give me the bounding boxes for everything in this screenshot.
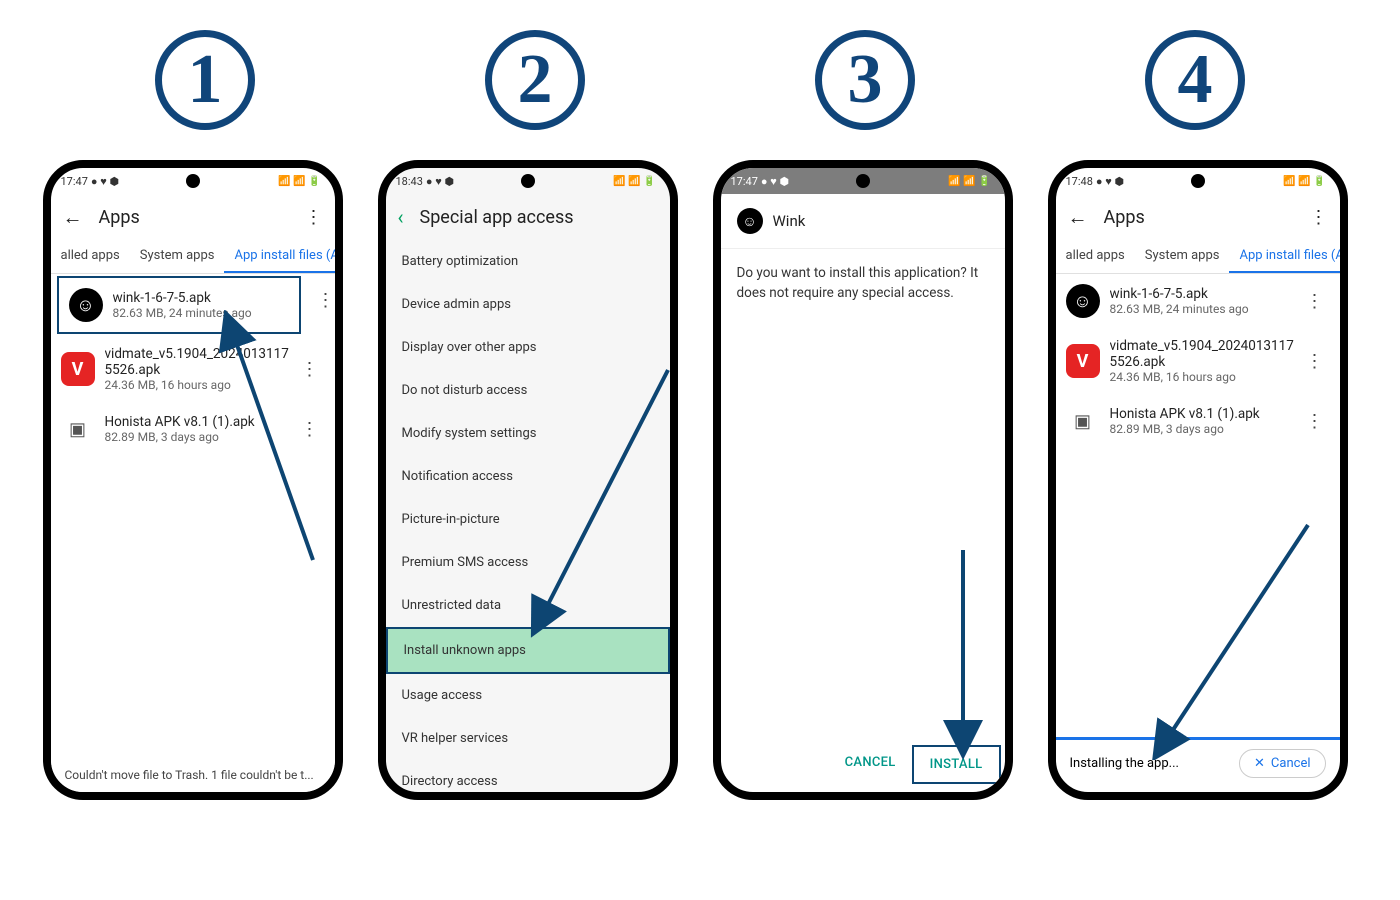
row-menu-icon[interactable]: ⋮ [295,419,325,440]
settings-item[interactable]: Install unknown apps [386,627,670,674]
cancel-button[interactable]: CANCEL [829,745,912,784]
apk-row-vidmate[interactable]: V vidmate_v5.1904_2024013117 5526.apk 24… [1056,328,1340,394]
android-icon: ▣ [1066,404,1100,438]
wink-icon: ☺ [737,208,763,234]
settings-item[interactable]: VR helper services [386,717,670,760]
installing-text: Installing the app... [1070,756,1179,771]
phone-4: 17:48 ● ♥ ⬢ 📶 📶 🔋 ← Apps ⋮ alled apps Sy… [1048,160,1348,800]
status-bar: 17:48 ● ♥ ⬢ 📶 📶 🔋 [1056,168,1340,194]
settings-item[interactable]: Usage access [386,674,670,717]
install-button[interactable]: INSTALL [912,745,1001,784]
step-1: 1 [155,30,255,130]
settings-item[interactable]: Picture-in-picture [386,498,670,541]
error-toast: Couldn't move file to Trash. 1 file coul… [51,758,335,792]
tab-apks[interactable]: App install files (APKs) [1229,240,1347,273]
wink-icon: ☺ [69,288,103,322]
apk-row-honista[interactable]: ▣ Honista APK v8.1 (1).apk 82.89 MB, 3 d… [1056,394,1340,448]
step-4: 4 [1145,30,1245,130]
settings-item[interactable]: Device admin apps [386,283,670,326]
menu-icon[interactable]: ⋮ [1310,207,1328,228]
row-menu-icon[interactable]: ⋮ [311,290,341,311]
row-menu-icon[interactable]: ⋮ [1300,351,1330,372]
step-3: 3 [815,30,915,130]
android-icon: ▣ [61,412,95,446]
install-header: ☺ Wink [721,194,1005,249]
page-title: Apps [99,207,305,228]
back-icon[interactable]: ← [1068,205,1088,230]
apk-row-honista[interactable]: ▣ Honista APK v8.1 (1).apk 82.89 MB, 3 d… [51,402,335,456]
page-title: Apps [1104,207,1310,228]
close-icon: ✕ [1254,756,1265,771]
row-menu-icon[interactable]: ⋮ [295,359,325,380]
settings-item[interactable]: Premium SMS access [386,541,670,584]
step-2: 2 [485,30,585,130]
apk-row-vidmate[interactable]: V vidmate_v5.1904_2024013117 5526.apk 24… [51,336,335,402]
settings-item[interactable]: Display over other apps [386,326,670,369]
tab-installed[interactable]: alled apps [1056,240,1135,273]
menu-icon[interactable]: ⋮ [305,207,323,228]
apk-row-wink[interactable]: ☺ wink-1-6-7-5.apk 82.63 MB, 24 minutes … [1056,274,1340,328]
status-bar: 18:43 ● ♥ ⬢ 📶 📶 🔋 [386,168,670,194]
cancel-button[interactable]: ✕ Cancel [1239,749,1325,778]
wink-icon: ☺ [1066,284,1100,318]
phone-3: 17:47 ● ♥ ⬢ 📶 📶 🔋 ☺ Wink Do you want to … [713,160,1013,800]
settings-item[interactable]: Do not disturb access [386,369,670,412]
back-chevron-icon[interactable]: ‹ [398,205,404,229]
settings-item[interactable]: Notification access [386,455,670,498]
tab-system[interactable]: System apps [130,240,225,273]
step-numbers-row: 1 2 3 4 [0,0,1400,140]
row-menu-icon[interactable]: ⋮ [1300,291,1330,312]
page-title: Special app access [420,207,658,228]
phone-2: 18:43 ● ♥ ⬢ 📶 📶 🔋 ‹ Special app access B… [378,160,678,800]
settings-item[interactable]: Unrestricted data [386,584,670,627]
phone-1: 17:47 ● ♥ ⬢ 📶 📶 🔋 ← Apps ⋮ alled apps Sy… [43,160,343,800]
install-body-text: Do you want to install this application?… [721,249,1005,318]
tabs: alled apps System apps App install files… [51,240,335,274]
settings-item[interactable]: Directory access [386,760,670,800]
settings-item[interactable]: Battery optimization [386,240,670,283]
tabs: alled apps System apps App install files… [1056,240,1340,274]
tab-system[interactable]: System apps [1135,240,1230,273]
back-icon[interactable]: ← [63,205,83,230]
tab-apks[interactable]: App install files (APKs) [224,240,342,273]
status-bar: 17:47 ● ♥ ⬢ 📶 📶 🔋 [51,168,335,194]
vidmate-icon: V [61,352,95,386]
row-menu-icon[interactable]: ⋮ [1300,411,1330,432]
apk-row-wink[interactable]: ☺ wink-1-6-7-5.apk 82.63 MB, 24 minutes … [57,276,301,334]
vidmate-icon: V [1066,344,1100,378]
tab-installed[interactable]: alled apps [51,240,130,273]
settings-item[interactable]: Modify system settings [386,412,670,455]
status-bar: 17:47 ● ♥ ⬢ 📶 📶 🔋 [721,168,1005,194]
